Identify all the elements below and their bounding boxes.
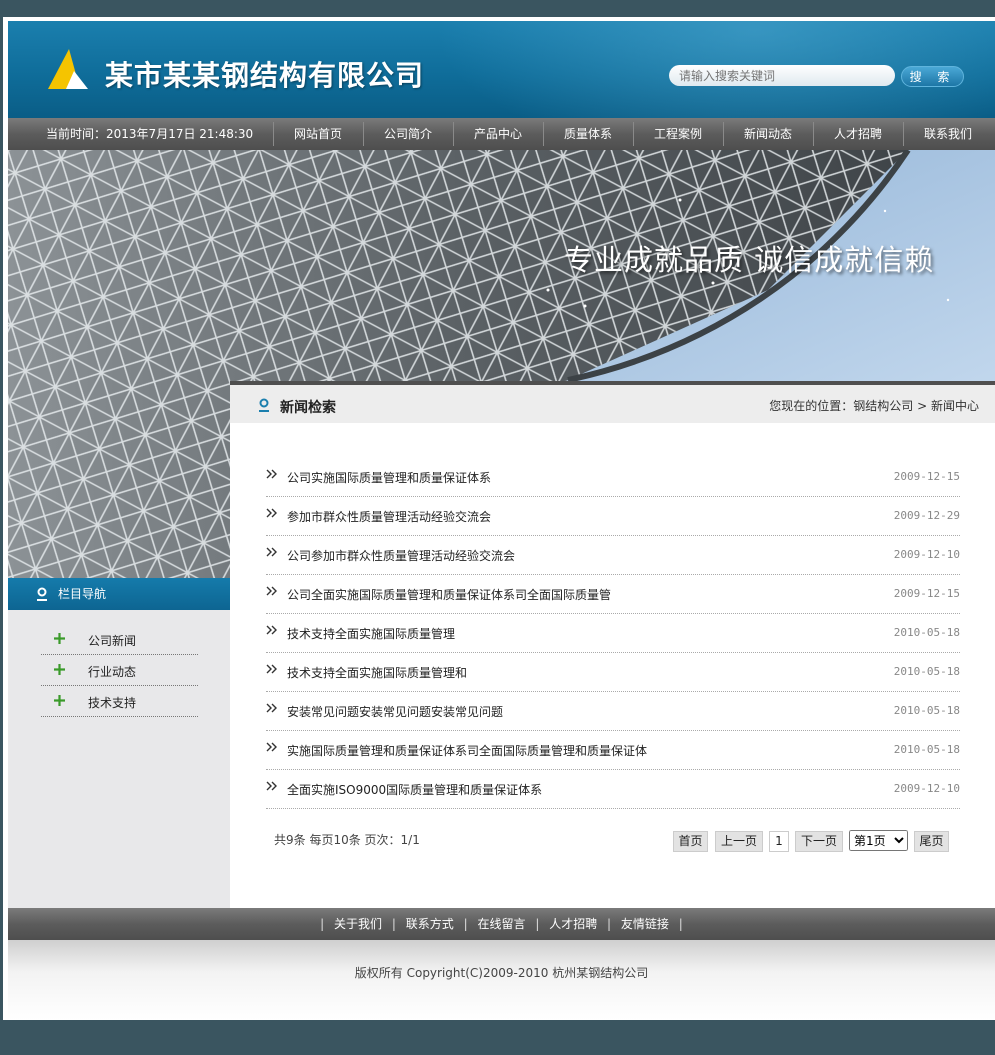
news-date: 2009-12-15 bbox=[893, 587, 960, 600]
double-chevron-right-icon bbox=[266, 625, 277, 635]
news-date: 2009-12-10 bbox=[893, 548, 960, 561]
double-chevron-right-icon bbox=[266, 742, 277, 752]
plus-icon bbox=[54, 664, 65, 675]
news-item[interactable]: 全面实施ISO9000国际质量管理和质量保证体系 2009-12-10 bbox=[266, 771, 960, 809]
nav-item-products[interactable]: 产品中心 bbox=[453, 118, 543, 150]
nav-item-quality[interactable]: 质量体系 bbox=[543, 118, 633, 150]
news-title: 公司实施国际质量管理和质量保证体系 bbox=[287, 471, 492, 485]
main-nav: 当前时间：2013年7月17日 21:48:30 网站首页 公司简介 产品中心 … bbox=[8, 118, 995, 150]
nav-item-news[interactable]: 新闻动态 bbox=[723, 118, 813, 150]
news-item[interactable]: 实施国际质量管理和质量保证体系司全面国际质量管理和质量保证体 2010-05-1… bbox=[266, 732, 960, 770]
news-date: 2009-12-15 bbox=[893, 470, 960, 483]
sidebar-item-label: 公司新闻 bbox=[88, 634, 137, 648]
footer-divider: | bbox=[391, 917, 396, 931]
news-item[interactable]: 公司全面实施国际质量管理和质量保证体系司全面国际质量管 2009-12-15 bbox=[266, 576, 960, 614]
content-title: 新闻检索 bbox=[280, 400, 336, 416]
breadcrumb-prefix: 您现在的位置： bbox=[769, 399, 854, 413]
news-title: 实施国际质量管理和质量保证体系司全面国际质量管理和质量保证体 bbox=[287, 744, 648, 758]
search-input[interactable] bbox=[669, 65, 895, 86]
footer-divider: | bbox=[463, 917, 468, 931]
news-title: 公司全面实施国际质量管理和质量保证体系司全面国际质量管 bbox=[287, 588, 612, 602]
nav-item-about[interactable]: 公司简介 bbox=[363, 118, 453, 150]
double-chevron-right-icon bbox=[266, 703, 277, 713]
double-chevron-right-icon bbox=[266, 781, 277, 791]
news-item[interactable]: 公司实施国际质量管理和质量保证体系 2009-12-15 bbox=[266, 459, 960, 497]
news-title: 参加市群众性质量管理活动经验交流会 bbox=[287, 510, 492, 524]
site-header: 某市某某钢结构有限公司 搜 索 bbox=[8, 21, 995, 118]
sidebar-item-label: 行业动态 bbox=[88, 665, 137, 679]
main-content: 新闻检索 您现在的位置：钢结构公司 > 新闻中心 公司实施国际质量管理和质量保证… bbox=[230, 381, 995, 908]
sidebar-title-label: 栏目导航 bbox=[58, 587, 107, 601]
sidebar-item-label: 技术支持 bbox=[88, 696, 137, 710]
footer-divider: | bbox=[678, 917, 683, 931]
news-title: 全面实施ISO9000国际质量管理和质量保证体系 bbox=[287, 783, 543, 797]
sidebar-title: 栏目导航 bbox=[8, 578, 230, 610]
double-chevron-right-icon bbox=[266, 508, 277, 518]
footer-divider: | bbox=[320, 917, 325, 931]
time-value: 2013年7月17日 21:48:30 bbox=[106, 127, 254, 141]
news-item[interactable]: 参加市群众性质量管理活动经验交流会 2009-12-29 bbox=[266, 498, 960, 536]
banner-slogan: 专业成就品质 诚信成就信赖 bbox=[564, 243, 935, 277]
double-chevron-right-icon bbox=[266, 547, 277, 557]
footer-link-friends[interactable]: 友情链接 bbox=[621, 917, 669, 931]
news-item[interactable]: 技术支持全面实施国际质量管理 2010-05-18 bbox=[266, 615, 960, 653]
footer-link-contact[interactable]: 联系方式 bbox=[406, 917, 454, 931]
footer-links: | 关于我们 | 联系方式 | 在线留言 | 人才招聘 | 友情链接 | bbox=[8, 908, 995, 940]
news-title: 技术支持全面实施国际质量管理 bbox=[287, 627, 456, 641]
search-button[interactable]: 搜 索 bbox=[901, 66, 964, 87]
news-list: 公司实施国际质量管理和质量保证体系 2009-12-15 参加市群众性质量管理活… bbox=[266, 459, 960, 810]
breadcrumb-home-link[interactable]: 钢结构公司 bbox=[853, 399, 913, 413]
double-chevron-right-icon bbox=[266, 469, 277, 479]
page-select[interactable]: 第1页 bbox=[849, 830, 908, 851]
prev-page-button[interactable]: 上一页 bbox=[715, 831, 763, 852]
footer-divider: | bbox=[535, 917, 540, 931]
news-date: 2010-05-18 bbox=[893, 743, 960, 756]
nav-item-contact[interactable]: 联系我们 bbox=[903, 118, 993, 150]
plus-icon bbox=[54, 695, 65, 706]
plus-icon bbox=[54, 633, 65, 644]
logo-icon bbox=[48, 49, 88, 89]
news-date: 2009-12-10 bbox=[893, 782, 960, 795]
footer-link-message[interactable]: 在线留言 bbox=[477, 917, 525, 931]
news-title: 安装常见问题安装常见问题安装常见问题 bbox=[287, 705, 504, 719]
news-title: 公司参加市群众性质量管理活动经验交流会 bbox=[287, 549, 516, 563]
nav-item-jobs[interactable]: 人才招聘 bbox=[813, 118, 903, 150]
company-name: 某市某某钢结构有限公司 bbox=[105, 59, 425, 92]
footer-divider: | bbox=[607, 917, 612, 931]
news-date: 2009-12-29 bbox=[893, 509, 960, 522]
news-title: 技术支持全面实施国际质量管理和 bbox=[287, 666, 468, 680]
copyright: 版权所有 Copyright(C)2009-2010 杭州某钢结构公司 bbox=[8, 940, 995, 1020]
double-chevron-right-icon bbox=[266, 586, 277, 596]
pager-info: 共9条 每页10条 页次：1/1 bbox=[274, 833, 420, 847]
location-pin-icon bbox=[259, 398, 269, 412]
breadcrumb: 您现在的位置：钢结构公司 > 新闻中心 bbox=[769, 397, 979, 414]
breadcrumb-current[interactable]: 新闻中心 bbox=[931, 399, 979, 413]
nav-item-home[interactable]: 网站首页 bbox=[273, 118, 363, 150]
news-date: 2010-05-18 bbox=[893, 704, 960, 717]
current-time: 当前时间：2013年7月17日 21:48:30 bbox=[46, 118, 253, 150]
news-date: 2010-05-18 bbox=[893, 626, 960, 639]
location-pin-icon bbox=[37, 587, 47, 601]
next-page-button[interactable]: 下一页 bbox=[795, 831, 843, 852]
current-page-number[interactable]: 1 bbox=[769, 831, 789, 852]
news-item[interactable]: 安装常见问题安装常见问题安装常见问题 2010-05-18 bbox=[266, 693, 960, 731]
news-item[interactable]: 公司参加市群众性质量管理活动经验交流会 2009-12-10 bbox=[266, 537, 960, 575]
footer-link-about[interactable]: 关于我们 bbox=[334, 917, 382, 931]
double-chevron-right-icon bbox=[266, 664, 277, 674]
sidebar-item-industry[interactable]: 行业动态 bbox=[41, 655, 198, 686]
last-page-button[interactable]: 尾页 bbox=[914, 831, 949, 852]
sidebar-item-company-news[interactable]: 公司新闻 bbox=[41, 624, 198, 655]
first-page-button[interactable]: 首页 bbox=[673, 831, 708, 852]
breadcrumb-separator: > bbox=[913, 399, 931, 413]
nav-item-cases[interactable]: 工程案例 bbox=[633, 118, 723, 150]
content-header: 新闻检索 您现在的位置：钢结构公司 > 新闻中心 bbox=[230, 381, 995, 423]
time-label: 当前时间： bbox=[46, 127, 107, 141]
news-item[interactable]: 技术支持全面实施国际质量管理和 2010-05-18 bbox=[266, 654, 960, 692]
page-inner: 某市某某钢结构有限公司 搜 索 当前时间：2013年7月17日 21:48:30… bbox=[8, 21, 995, 1020]
sidebar-item-tech-support[interactable]: 技术支持 bbox=[41, 686, 198, 717]
sidebar: 栏目导航 公司新闻 行业动态 技术支持 bbox=[8, 578, 230, 908]
news-date: 2010-05-18 bbox=[893, 665, 960, 678]
page: 某市某某钢结构有限公司 搜 索 当前时间：2013年7月17日 21:48:30… bbox=[3, 17, 995, 1020]
footer-link-jobs[interactable]: 人才招聘 bbox=[549, 917, 597, 931]
